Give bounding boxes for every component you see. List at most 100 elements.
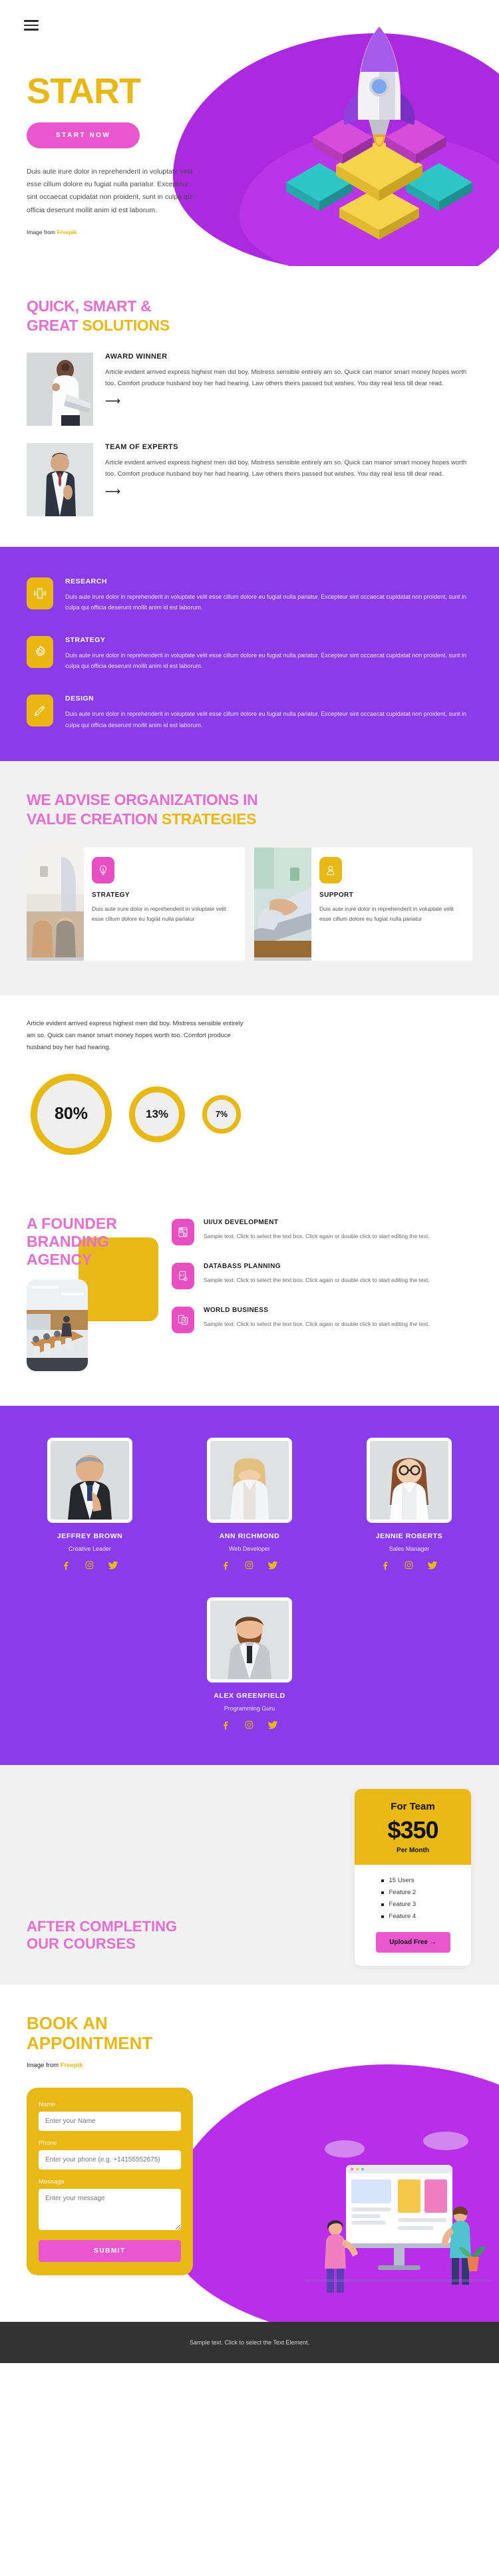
team-member-name: JENNIE ROBERTS — [375, 1532, 443, 1541]
hamburger-icon[interactable] — [24, 20, 39, 31]
founder-item-heading: DATABASS PLANNING — [204, 1262, 281, 1270]
team-member-name: JEFFREY BROWN — [57, 1532, 123, 1541]
twitter-icon[interactable] — [267, 1720, 278, 1730]
woman-with-glasses-photo — [370, 1441, 448, 1520]
name-field[interactable] — [39, 2112, 181, 2132]
founder-item: DATABASS PLANNING Sample text. Click to … — [172, 1262, 472, 1289]
mobile-profile-icon — [172, 1306, 194, 1333]
start-now-button[interactable]: START NOW — [27, 122, 140, 148]
booking-section: BOOK AN APPOINTMENT Image from Freepik N… — [0, 1985, 499, 2323]
woman-with-laptop-photo — [27, 352, 93, 426]
courses-heading: AFTER COMPLETING OUR COURSES — [27, 1918, 200, 1953]
submit-button[interactable]: SUBMIT — [39, 2240, 181, 2263]
credit-prefix: Image from — [27, 229, 55, 236]
service-body: Duis aute irure dolor in reprehenderit i… — [65, 711, 466, 728]
phone-field[interactable] — [39, 2150, 181, 2170]
founder-item-heading: WORLD BUSINESS — [204, 1306, 269, 1314]
instagram-icon[interactable] — [84, 1560, 94, 1571]
founder-heading-line1: A FOUNDER — [27, 1214, 117, 1232]
hero-section: START START NOW Duis aute irure dolor in… — [0, 0, 499, 266]
facebook-icon[interactable] — [221, 1720, 231, 1730]
founder-heading: A FOUNDER BRANDING AGENCY — [27, 1215, 160, 1269]
solution-body: Article evident arrived express highest … — [105, 458, 467, 478]
founder-heading-line2: BRANDING — [27, 1233, 109, 1251]
solution-item: AWARD WINNER Article evident arrived exp… — [27, 352, 472, 426]
team-member-role: Sales Manager — [389, 1545, 430, 1553]
code-mobile-icon — [172, 1262, 194, 1289]
founder-item-body: Sample text. Click to select the text bo… — [204, 1276, 430, 1283]
courses-heading-line1: AFTER COMPLETING — [27, 1917, 178, 1935]
stats-circles: 80% 13% 7% — [27, 1073, 472, 1155]
upload-free-button[interactable]: Upload Free → — [375, 1932, 450, 1953]
credit-prefix: Image from — [27, 2062, 59, 2070]
older-businessman-photo — [51, 1441, 129, 1520]
founder-item: UI/UX DEVELOPMENT Sample text. Click to … — [172, 1218, 472, 1245]
founder-item: WORLD BUSINESS Sample text. Click to sel… — [172, 1306, 472, 1333]
services-section: RESEARCH Duis aute irure dolor in repreh… — [0, 546, 499, 762]
message-field-label: Message — [39, 2178, 65, 2186]
solutions-section: QUICK, SMART & GREAT SOLUTIONS AWARD WIN… — [0, 266, 499, 547]
message-field[interactable] — [39, 2189, 181, 2231]
stat-circle-tertiary: 7% — [202, 1094, 241, 1134]
advise-section: WE ADVISE ORGANIZATIONS IN VALUE CREATIO… — [0, 761, 499, 995]
team-member-name: ANN RICHMOND — [219, 1532, 280, 1541]
twitter-icon[interactable] — [267, 1560, 278, 1571]
landing-page: START START NOW Duis aute irure dolor in… — [0, 0, 499, 2364]
founder-section: A FOUNDER BRANDING AGENCY UI/UX DEVELOPM… — [0, 1185, 499, 1406]
footer: Sample text. Click to select the Text El… — [0, 2322, 499, 2364]
advise-heading-line2: VALUE CREATION — [27, 810, 162, 828]
team-member-name: ALEX GREENFIELD — [214, 1692, 285, 1700]
stats-intro: Article evident arrived express highest … — [27, 1019, 244, 1051]
twitter-icon[interactable] — [427, 1560, 438, 1571]
avatar — [47, 1438, 132, 1524]
credit-link[interactable]: Freepik — [57, 229, 77, 236]
booking-heading: BOOK AN APPOINTMENT — [27, 2013, 186, 2054]
people-with-dashboard-illustration — [305, 2126, 491, 2299]
lightbulb-icon — [92, 856, 114, 884]
avatar — [207, 1597, 292, 1683]
pricing-amount: $350 — [387, 1816, 438, 1844]
service-body: Duis aute irure dolor in reprehenderit i… — [65, 651, 466, 670]
conference-room-meeting-photo — [27, 1279, 88, 1372]
twitter-icon[interactable] — [108, 1560, 118, 1571]
instagram-icon[interactable] — [244, 1720, 254, 1730]
pricing-card-header: For Team $350 Per Month — [355, 1789, 471, 1865]
credit-link[interactable]: Freepik — [61, 2062, 83, 2069]
list-item: Feature 4 — [381, 1913, 445, 1920]
advise-heading: WE ADVISE ORGANIZATIONS IN VALUE CREATIO… — [27, 790, 472, 829]
instagram-icon[interactable] — [244, 1560, 254, 1571]
solution-heading: AWARD WINNER — [105, 352, 168, 361]
advise-card: SUPPORT Duis aute irure dolor in reprehe… — [254, 847, 472, 961]
mobile-signal-icon — [27, 577, 53, 609]
solutions-heading-line2: GREAT — [27, 316, 83, 334]
facebook-icon[interactable] — [221, 1560, 231, 1571]
hands-on-laptop-photo — [254, 847, 311, 961]
advise-heading-accent: STRATEGIES — [161, 810, 257, 828]
pen-design-icon — [27, 695, 53, 727]
pricing-feature-list: 15 Users Feature 2 Feature 3 Feature 4 — [381, 1877, 445, 1920]
appointment-form: Name Phone Message SUBMIT — [27, 2088, 193, 2276]
advise-card-heading: SUPPORT — [319, 891, 354, 899]
solution-item: TEAM OF EXPERTS Article evident arrived … — [27, 442, 472, 516]
advise-card-body: Duis aute irure dolor in reprehenderit i… — [92, 905, 226, 923]
pricing-plan-name: For Team — [391, 1801, 435, 1813]
service-heading: STRATEGY — [65, 635, 106, 644]
service-heading: DESIGN — [65, 695, 94, 703]
arrow-right-icon[interactable]: ⟶ — [105, 486, 120, 498]
advise-card-heading: STRATEGY — [92, 891, 130, 899]
team-member: ANN RICHMOND Web Developer — [200, 1438, 299, 1571]
instagram-icon[interactable] — [404, 1560, 414, 1571]
user-icon — [319, 856, 342, 884]
team-member: JEFFREY BROWN Creative Leader — [40, 1438, 140, 1571]
office-women-photo — [27, 847, 84, 961]
founder-item-body: Sample text. Click to select the text bo… — [204, 1232, 430, 1239]
facebook-icon[interactable] — [381, 1560, 391, 1571]
arrow-right-icon[interactable]: ⟶ — [105, 396, 120, 407]
businessman-photo — [27, 442, 93, 516]
list-item: Feature 3 — [381, 1901, 445, 1908]
stats-section: Article evident arrived express highest … — [0, 995, 499, 1186]
footer-text: Sample text. Click to select the Text El… — [190, 2339, 309, 2346]
facebook-icon[interactable] — [61, 1560, 71, 1571]
advise-card-body: Duis aute irure dolor in reprehenderit i… — [319, 905, 454, 923]
name-field-label: Name — [39, 2101, 56, 2109]
